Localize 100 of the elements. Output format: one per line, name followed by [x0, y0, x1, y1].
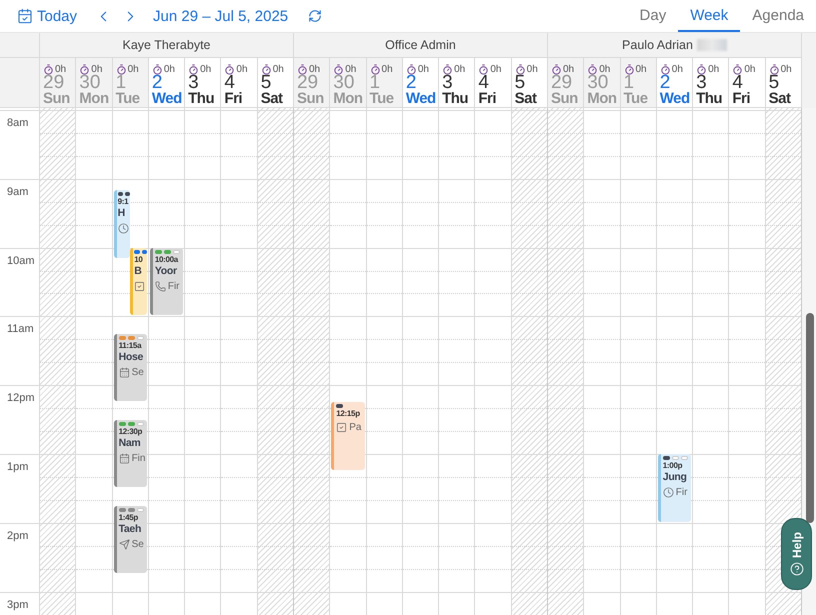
event-title: Jung: [662, 471, 687, 483]
date-number: 30: [587, 75, 608, 91]
event-time: 1:00p: [662, 461, 682, 470]
hours-text: 0h: [780, 64, 792, 75]
clock-icon: [662, 487, 674, 498]
timer-icon: [333, 64, 344, 75]
event-title: Hose: [118, 350, 144, 363]
hours-text: 0h: [236, 64, 248, 75]
event-time: 11:15a: [118, 340, 142, 350]
calendar-icon: [17, 8, 33, 24]
timer-icon: [624, 64, 634, 75]
day-header[interactable]: 0h 4 Fri: [475, 58, 512, 108]
checkbox-icon: [134, 280, 146, 292]
day-header[interactable]: 0h 30 Mon: [76, 58, 113, 108]
timer-icon: [732, 64, 744, 75]
day-header[interactable]: 0h 2 Wed: [656, 58, 694, 108]
date-number: 2: [152, 75, 162, 91]
day-header[interactable]: 0h 29 Sun: [548, 58, 584, 108]
event-card[interactable]: 1:00p Jung Fir: [658, 454, 692, 522]
hours-text: 0h: [55, 64, 66, 75]
day-header[interactable]: 0h 1 Tue: [112, 58, 149, 108]
date-number: 1: [624, 75, 634, 91]
hours-text: 0h: [744, 64, 756, 75]
day-header[interactable]: 0h 5 Sat: [258, 58, 294, 108]
checkbox-icon: [336, 422, 348, 434]
weekday-label: Thu: [188, 91, 216, 107]
weekday-label: Fri: [478, 91, 498, 107]
staff-name: Paulo Adrian: [622, 38, 693, 52]
weekday-label: Fri: [224, 91, 244, 107]
timer-icon: [79, 64, 90, 75]
day-header[interactable]: 0h 3 Thu: [185, 58, 222, 108]
hours-text: 0h: [526, 64, 538, 75]
day-header[interactable]: 0h 2 Wed: [402, 58, 440, 108]
timer-icon: [260, 64, 272, 75]
scrollbar-thumb[interactable]: [806, 313, 814, 523]
weekday-label: Tue: [624, 91, 649, 107]
event-card[interactable]: 10 B: [130, 248, 147, 316]
calendar-icon: [118, 452, 130, 464]
event-card[interactable]: 1:45p Taeh Se: [114, 506, 147, 574]
staff-name: Office Admin: [385, 38, 456, 52]
weekday-label: Thu: [442, 91, 470, 107]
day-header[interactable]: 0h 4 Fri: [221, 58, 258, 108]
date-number: 30: [79, 75, 100, 91]
event-title: B: [134, 264, 142, 277]
event-subtitle: Fir: [676, 487, 688, 498]
blurred-text: [696, 39, 727, 51]
event-card[interactable]: 12:30p Nam Fin: [114, 420, 147, 488]
hours-text: 0h: [382, 64, 393, 75]
hours-text: 0h: [672, 64, 683, 75]
day-header[interactable]: 0h 1 Tue: [366, 58, 403, 108]
timer-icon: [660, 64, 671, 75]
clock-icon: [118, 223, 129, 234]
date-number: 3: [188, 75, 199, 91]
date-range: Jun 29 – Jul 5, 2025: [153, 8, 288, 24]
help-button[interactable]: Help: [781, 518, 812, 590]
today-button[interactable]: Today: [17, 8, 78, 24]
timer-icon: [442, 64, 454, 75]
date-number: 5: [768, 75, 780, 91]
day-header[interactable]: 0h 30 Mon: [330, 58, 367, 108]
weekday-label: Mon: [587, 91, 618, 107]
day-header[interactable]: 0h 30 Mon: [584, 58, 620, 108]
date-number: 4: [478, 75, 489, 91]
event-card[interactable]: 9:1 H: [114, 190, 130, 258]
day-header[interactable]: 0h 3 Thu: [439, 58, 476, 108]
day-header[interactable]: 0h 3 Thu: [693, 58, 730, 108]
event-time: 10:00a: [154, 254, 178, 264]
hours-text: 0h: [345, 64, 356, 75]
time-label: 12pm: [6, 391, 36, 404]
view-tab[interactable]: Agenda: [740, 0, 816, 32]
day-header[interactable]: 0h 1 Tue: [620, 58, 657, 108]
timer-icon: [478, 64, 490, 75]
timer-icon: [514, 64, 526, 75]
day-header[interactable]: 0h 29 Sun: [294, 58, 330, 108]
event-subtitle: Pa: [349, 422, 362, 434]
help-icon: [790, 562, 804, 576]
event-subtitle: Se: [132, 366, 144, 378]
weekday-label: Sun: [296, 91, 325, 107]
hours-text: 0h: [418, 64, 429, 75]
event-card[interactable]: 10:00a Yoor Fir: [150, 248, 184, 316]
timer-icon: [296, 64, 308, 75]
day-header[interactable]: 0h 2 Wed: [148, 58, 186, 108]
event-title: H: [118, 207, 125, 220]
day-header[interactable]: 0h 5 Sat: [766, 58, 802, 108]
phone-icon: [154, 280, 166, 292]
weekday-label: Mon: [79, 91, 110, 107]
time-label: 8am: [6, 116, 30, 129]
event-card[interactable]: 11:15a Hose Se: [114, 334, 147, 402]
timer-icon: [768, 64, 780, 75]
day-header[interactable]: 0h 29 Sun: [40, 58, 76, 108]
hours-text: 0h: [308, 64, 320, 75]
timer-icon: [550, 64, 562, 75]
time-label: 9am: [6, 184, 30, 198]
event-time: 1:45p: [118, 512, 138, 522]
event-subtitle: Se: [132, 538, 144, 550]
refresh-button[interactable]: [308, 9, 322, 23]
day-header[interactable]: 0h 5 Sat: [512, 58, 548, 108]
day-header[interactable]: 0h 4 Fri: [729, 58, 766, 108]
event-card[interactable]: 12:15p Pa: [331, 402, 365, 470]
view-tab[interactable]: Day: [628, 0, 678, 32]
timer-icon: [406, 64, 417, 75]
